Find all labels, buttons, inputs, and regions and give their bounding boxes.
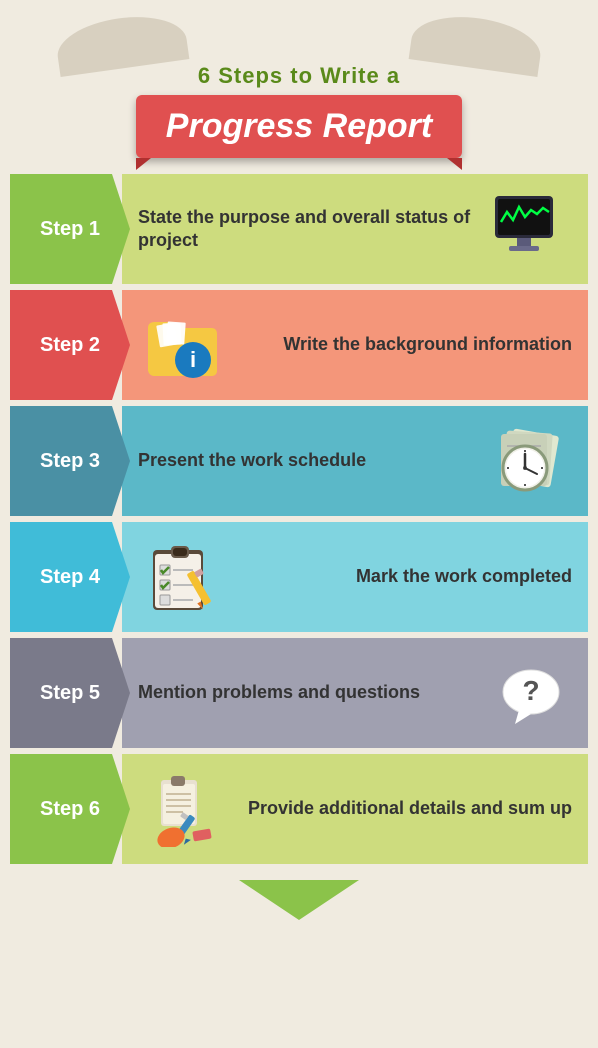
step-6-row: Step 6 — [10, 754, 588, 864]
step-2-row: Step 2 i — [10, 290, 588, 400]
step-6-content: Provide additional details and sum up — [122, 754, 588, 864]
step-3-icon — [482, 421, 572, 501]
step-1-text: State the purpose and overall status of … — [138, 206, 482, 253]
steps-list: Step 1 State the purpose and overall sta… — [0, 174, 598, 870]
book-decoration — [10, 18, 588, 68]
header: 6 Steps to Write a Progress Report — [0, 0, 598, 174]
step-4-icon — [138, 537, 228, 617]
step-6-text: Provide additional details and sum up — [238, 797, 572, 820]
step-4-text: Mark the work completed — [238, 565, 572, 588]
step-6-icon — [138, 769, 228, 849]
book-page-left — [54, 9, 190, 77]
step-1-content: State the purpose and overall status of … — [122, 174, 588, 284]
step-5-label: Step 5 — [10, 638, 130, 748]
step-5-icon: ? — [482, 653, 572, 733]
step-4-row: Step 4 — [10, 522, 588, 632]
step-3-row: Step 3 Present the work schedule — [10, 406, 588, 516]
step-2-label: Step 2 — [10, 290, 130, 400]
step-3-content: Present the work schedule — [122, 406, 588, 516]
step-5-row: Step 5 Mention problems and questions ? — [10, 638, 588, 748]
svg-text:i: i — [190, 347, 196, 372]
step-5-text: Mention problems and questions — [138, 681, 482, 704]
header-title: Progress Report — [136, 95, 462, 158]
step-5-content: Mention problems and questions ? — [122, 638, 588, 748]
book-page-right — [409, 9, 545, 77]
step-6-label: Step 6 — [10, 754, 130, 864]
step-2-text: Write the background information — [238, 333, 572, 356]
step-1-label: Step 1 — [10, 174, 130, 284]
step-4-label: Step 4 — [10, 522, 130, 632]
step-1-icon — [482, 189, 572, 269]
main-container: 6 Steps to Write a Progress Report Step … — [0, 0, 598, 940]
bottom-arrow — [0, 870, 598, 940]
svg-text:?: ? — [522, 675, 539, 706]
step-1-row: Step 1 State the purpose and overall sta… — [10, 174, 588, 284]
down-arrow-shape — [239, 880, 359, 920]
step-3-label: Step 3 — [10, 406, 130, 516]
step-3-text: Present the work schedule — [138, 449, 482, 472]
step-2-icon: i — [138, 305, 228, 385]
step-2-content: i Write the background information — [122, 290, 588, 400]
step-4-content: Mark the work completed — [122, 522, 588, 632]
